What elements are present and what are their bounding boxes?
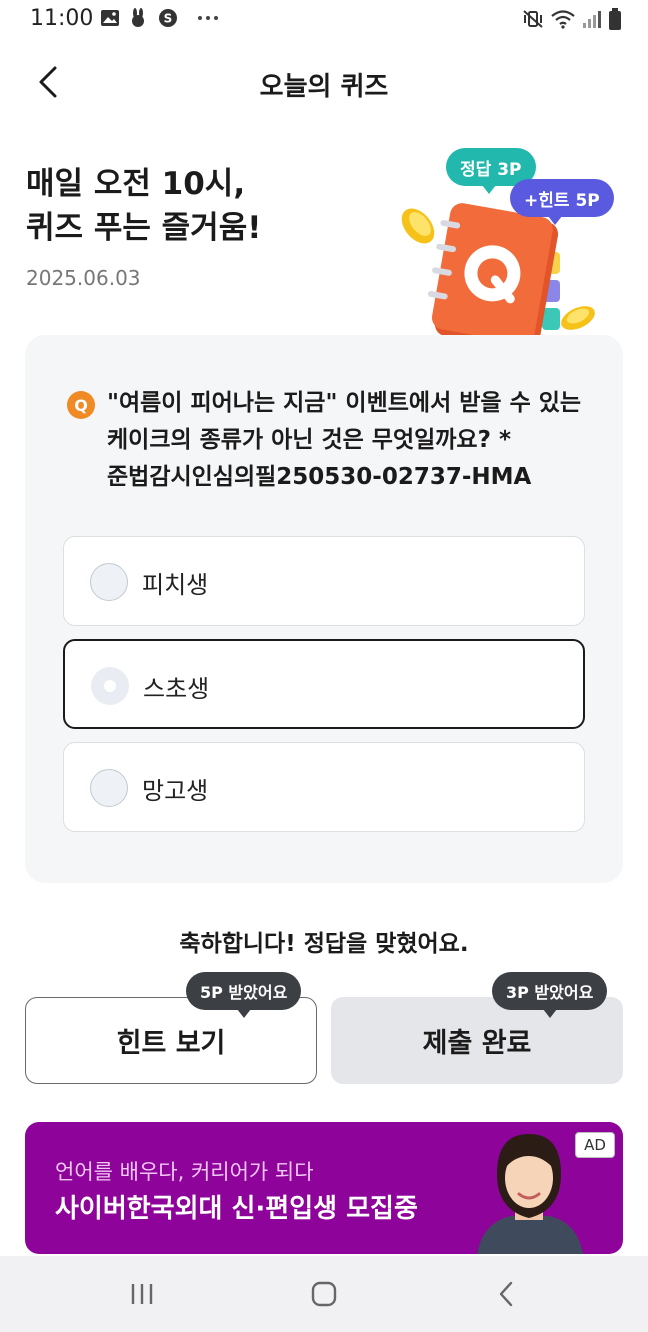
home-icon	[311, 1281, 337, 1307]
ad-model-image	[477, 1134, 583, 1254]
option-label: 망고생	[142, 777, 209, 805]
gallery-icon	[101, 10, 119, 26]
answer-option-2[interactable]: 스초생	[63, 639, 585, 729]
radio-button-selected[interactable]	[91, 667, 129, 705]
mute-vibrate-icon	[523, 10, 543, 28]
wifi-icon	[551, 10, 575, 29]
system-nav-bar	[0, 1256, 648, 1332]
s-badge-icon: S	[159, 9, 177, 27]
submit-reward-tooltip: 3P 받았어요	[492, 972, 608, 1018]
ad-title: 사이버한국외대 신·편입생 모집중	[55, 1194, 418, 1224]
hero-title: 매일 오전 10시, 퀴즈 푸는 즐거움!	[26, 162, 386, 250]
answer-option-1[interactable]: 피치생	[63, 536, 585, 626]
rabbit-icon	[132, 8, 144, 27]
question-text: "여름이 피어나는 지금" 이벤트에서 받을 수 있는 케이크의 종류가 아닌 …	[107, 390, 582, 490]
home-button[interactable]	[294, 1276, 354, 1312]
ad-banner[interactable]: 언어를 배우다, 커리어가 되다 사이버한국외대 신·편입생 모집중 AD	[25, 1122, 623, 1254]
svg-text:S: S	[164, 12, 173, 26]
quiz-date: 2025.06.03	[26, 266, 141, 290]
ad-label-badge: AD	[575, 1132, 615, 1158]
radio-button[interactable]	[90, 769, 128, 807]
radio-button[interactable]	[90, 563, 128, 601]
option-label: 피치생	[142, 571, 209, 599]
page-title: 오늘의 퀴즈	[259, 72, 389, 102]
back-arrow-icon	[499, 1281, 513, 1307]
app-header: 오늘의 퀴즈	[0, 48, 648, 118]
status-time: 11:00	[30, 6, 94, 31]
ad-subtitle: 언어를 배우다, 커리어가 되다	[55, 1160, 314, 1184]
result-message: 축하합니다! 정답을 맞혔어요.	[179, 931, 469, 957]
answer-option-3[interactable]: 망고생	[63, 742, 585, 832]
quiz-illustration: 정답 3P +힌트 5P	[392, 146, 624, 366]
recent-apps-button[interactable]	[112, 1276, 172, 1312]
hint-points-bubble: +힌트 5P	[510, 179, 614, 225]
battery-icon	[609, 8, 621, 30]
question-badge-icon: Q	[67, 391, 95, 419]
quiz-card: Q "여름이 피어나는 지금" 이벤트에서 받을 수 있는 케이크의 종류가 아…	[25, 335, 623, 883]
option-label: 스초생	[143, 675, 210, 703]
status-bar: 11:00 S	[0, 0, 648, 40]
system-back-button[interactable]	[476, 1276, 536, 1312]
recent-apps-icon	[131, 1284, 153, 1304]
hint-button[interactable]: 힌트 보기	[25, 997, 317, 1084]
signal-icon	[583, 11, 601, 28]
hero-title-line2: 퀴즈 푸는 즐거움!	[26, 210, 262, 246]
more-dots-icon	[198, 16, 218, 20]
submit-button[interactable]: 제출 완료	[331, 997, 623, 1084]
hero-title-line1: 매일 오전 10시,	[26, 166, 246, 202]
hint-reward-tooltip: 5P 받았어요	[186, 972, 302, 1018]
